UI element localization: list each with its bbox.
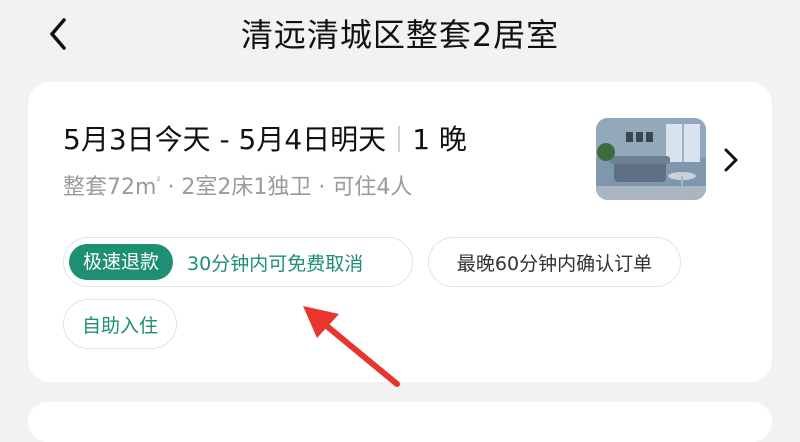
confirm-order-tag: 最晚60分钟内确认订单 xyxy=(428,237,681,287)
check-in-date: 5月3日今天 xyxy=(63,123,211,156)
self-checkin-tag: 自助入住 xyxy=(63,299,177,349)
date-dash: - xyxy=(210,123,239,156)
free-cancel-text: 30分钟内可免费取消 xyxy=(187,252,364,275)
divider xyxy=(398,126,401,152)
room-details: 整套72m² · 2室2床1独卫 · 可住4人 xyxy=(63,166,412,204)
chevron-right-icon xyxy=(724,148,738,172)
top-bar: 清远清城区整套2居室 xyxy=(0,0,800,72)
next-card xyxy=(28,402,772,442)
red-arrow-icon xyxy=(303,306,400,387)
refund-tag: 极速退款 30分钟内可免费取消 xyxy=(63,237,413,287)
listing-thumbnail[interactable] xyxy=(596,118,706,200)
fast-refund-badge: 极速退款 xyxy=(69,244,174,280)
page-title: 清远清城区整套2居室 xyxy=(240,16,560,54)
detail-chevron[interactable] xyxy=(718,142,744,178)
stay-dates: 5月3日今天 - 5月4日明天 1 晚 xyxy=(63,120,467,160)
room-layout-text: · 2室2床1独卫 · 可住4人 xyxy=(160,175,413,200)
nights-count: 1 晚 xyxy=(412,123,467,156)
area-text: 整套72m xyxy=(63,175,157,200)
check-out-date: 5月4日明天 xyxy=(238,123,387,156)
room-photo-icon xyxy=(596,118,706,200)
